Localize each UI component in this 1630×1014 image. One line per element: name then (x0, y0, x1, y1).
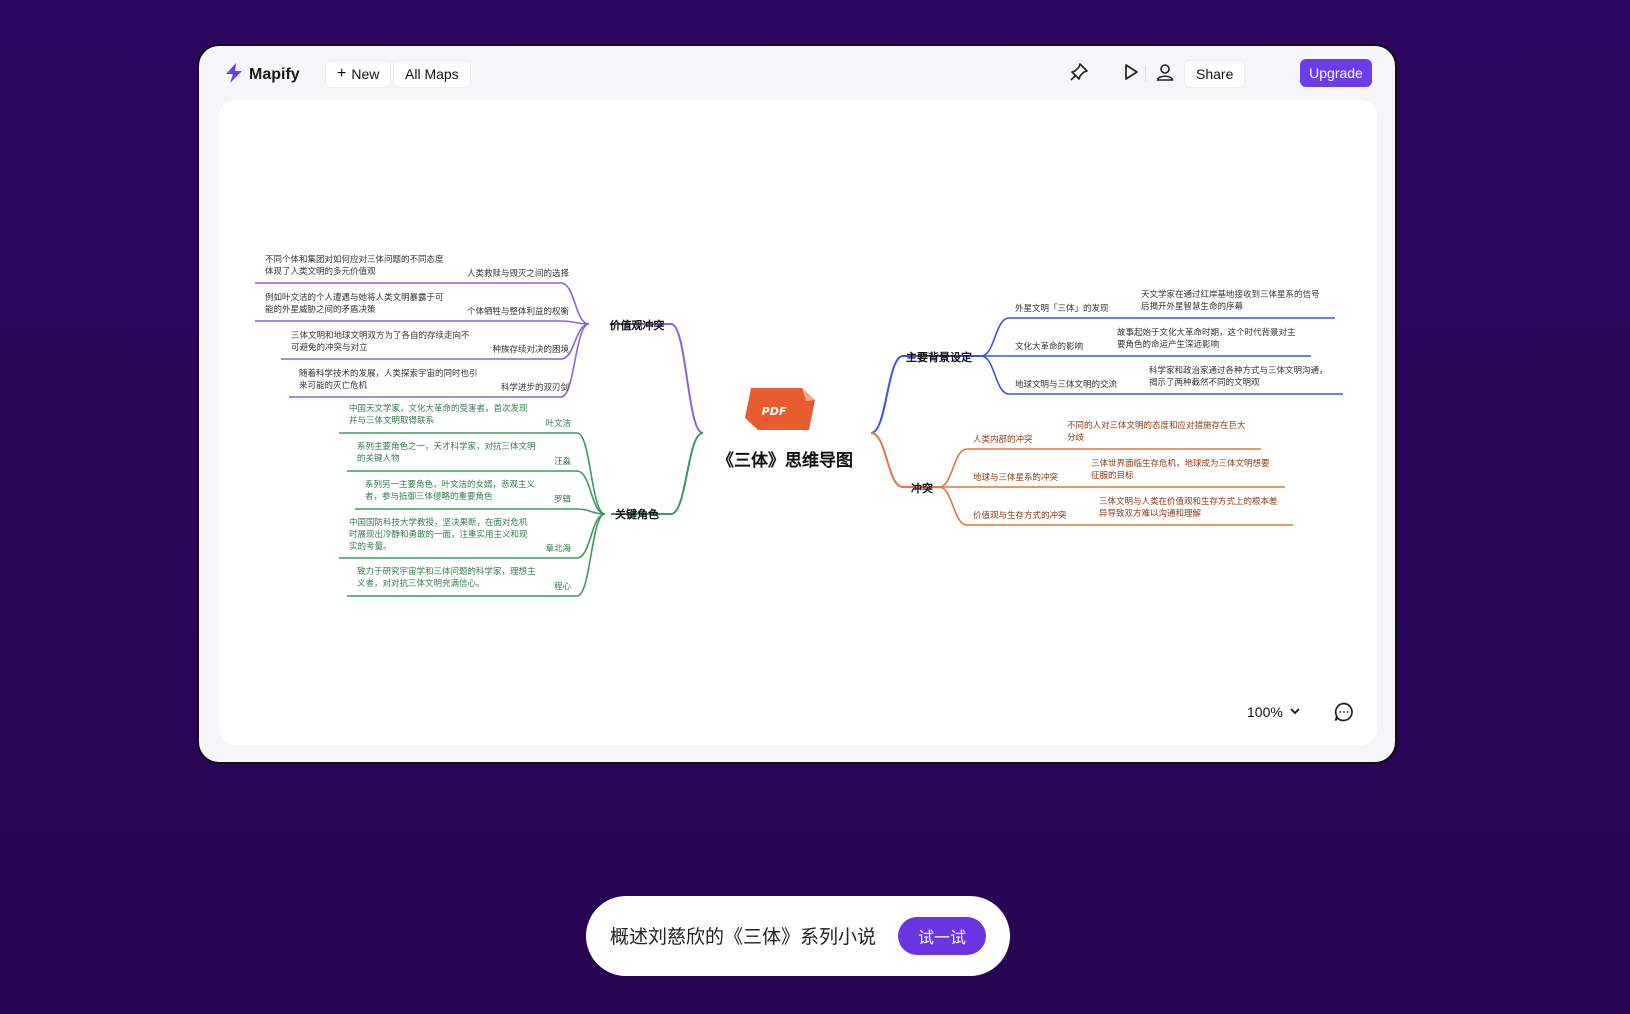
value-topic: 种族存续对决的困境 (492, 344, 569, 355)
app-window: Mapify + New All Maps Share Upgrade PDF … (197, 44, 1397, 764)
value-desc-line: 例如叶文洁的个人遭遇与她将人类文明暴露于可 (265, 292, 444, 303)
value-desc-line: 可避免的冲突与对立 (291, 342, 368, 353)
pdf-badge-label: PDF (762, 405, 787, 418)
background-desc-line: 故事起始于文化大革命时期，这个时代背景对主 (1117, 327, 1296, 338)
all-maps-button[interactable]: All Maps (393, 60, 471, 88)
character-desc-line: 义者，对对抗三体文明充满信心。 (357, 578, 485, 589)
mapify-logo[interactable]: Mapify (223, 62, 300, 88)
zoom-control[interactable]: 100% (1247, 704, 1301, 720)
branch-conflict[interactable]: 冲突 人类内部的冲突 不同的人对三体文明的态度和应对措施存在巨大 分歧 地球与三… (870, 420, 1293, 526)
background-desc-line: 天文学家在通过红岸基地接收到三体星系的信号 (1141, 289, 1320, 300)
plus-icon: + (337, 65, 347, 82)
try-it-button[interactable]: 试一试 (898, 917, 986, 955)
app-name: Mapify (249, 66, 300, 83)
chat-bubble-icon (1333, 702, 1355, 727)
background-topic: 文化大革命的影响 (1015, 341, 1083, 352)
character-desc-line: 时展现出冷静和勇敢的一面，注重实用主义和现 (349, 529, 528, 540)
conflict-topic: 地球与三体星系的冲突 (973, 472, 1059, 483)
value-topic: 科学进步的双刃剑 (501, 382, 569, 393)
character-name: 叶文洁 (545, 418, 571, 429)
present-button[interactable] (1117, 60, 1145, 88)
background-desc-line: 后揭开外星智慧生命的序幕 (1141, 301, 1244, 312)
value-topic: 人类救赎与毁灭之间的选择 (467, 268, 570, 279)
mindmap-canvas[interactable]: PDF 《三体》思维导图 价值观冲突 不同个体和集团对如何应对三体问题的不同态度… (219, 100, 1377, 745)
value-desc-line: 随着科学技术的发展，人类探索宇宙的同时也引 (299, 368, 478, 379)
background-topic: 外星文明「三体」的发现 (1015, 303, 1109, 314)
pin-icon (1069, 62, 1089, 86)
prompt-pill: 概述刘慈欣的《三体》系列小说 试一试 (586, 896, 1010, 976)
background-desc-line: 要角色的命运产生深远影响 (1117, 339, 1219, 350)
value-desc-line: 体现了人类文明的多元价值观 (265, 266, 376, 277)
chevron-down-icon (1289, 704, 1301, 720)
toolbar-divider (1145, 66, 1146, 82)
character-desc-line: 并与三体文明取得联系 (349, 415, 434, 426)
top-toolbar: Mapify + New All Maps Share Upgrade (199, 46, 1395, 102)
background-desc-line: 揭示了两种截然不同的文明观 (1149, 377, 1260, 388)
branch-background[interactable]: 主要背景设定 外星文明「三体」的发现 天文学家在通过红岸基地接收到三体星系的信号… (870, 289, 1343, 434)
share-button[interactable]: Share (1184, 60, 1246, 88)
conflict-desc-line: 三体文明与人类在价值观和生存方式上的根本差 (1099, 496, 1278, 507)
conflict-desc-line: 异导致双方难以沟通和理解 (1099, 508, 1202, 519)
character-desc-line: 者，参与抵御三体侵略的重要角色 (365, 491, 493, 502)
mindmap-title: 《三体》思维导图 (717, 450, 853, 471)
all-maps-label: All Maps (405, 66, 459, 82)
value-desc-line: 来可能的灭亡危机 (299, 380, 368, 391)
background-topic: 地球文明与三体文明的交流 (1015, 379, 1118, 390)
character-desc-line: 中国国防科技大学教授，坚决果断，在面对危机 (349, 517, 528, 528)
character-name: 汪淼 (554, 456, 572, 467)
zoom-level: 100% (1247, 704, 1283, 720)
account-button[interactable] (1151, 60, 1179, 88)
value-desc-line: 三体文明和地球文明双方为了各自的存续走向不 (291, 330, 470, 341)
branch-label-values: 价值观冲突 (610, 318, 665, 332)
upgrade-button[interactable]: Upgrade (1300, 59, 1372, 87)
character-name: 程心 (554, 582, 572, 592)
conflict-desc-line: 不同的人对三体文明的态度和应对措施存在巨大 (1067, 420, 1246, 431)
branch-label-conflict: 冲突 (911, 481, 933, 495)
conflict-desc-line: 三体世界面临生存危机，地球成为三体文明想要 (1091, 458, 1270, 469)
character-name: 章北海 (545, 543, 571, 554)
user-icon (1155, 62, 1175, 86)
value-desc-line: 不同个体和集团对如何应对三体问题的不同态度 (265, 254, 444, 265)
background-desc-line: 科学家和政治家通过各种方式与三体文明沟通， (1149, 365, 1328, 376)
chat-button[interactable] (1333, 701, 1355, 727)
character-desc-line: 的关键人物 (357, 453, 400, 464)
mindmap-diagram: PDF 《三体》思维导图 价值观冲突 不同个体和集团对如何应对三体问题的不同态度… (255, 254, 1343, 597)
character-desc-line: 系列主要角色之一，天才科学家，对抗三体文明 (357, 441, 536, 452)
branch-characters[interactable]: 关键角色 中国天文学家，文化大革命的受害者，首次发现 并与三体文明取得联系 叶文… (339, 403, 704, 597)
new-map-button[interactable]: + New (325, 60, 392, 88)
character-desc-line: 实的考量。 (349, 541, 392, 552)
character-desc-line: 致力于研究宇宙学和三体问题的科学家，理想主 (357, 566, 536, 577)
pdf-badge-icon: PDF (745, 388, 815, 430)
conflict-topic: 价值观与生存方式的冲突 (973, 510, 1067, 521)
conflict-desc-line: 分歧 (1067, 432, 1085, 443)
value-desc-line: 能的外星威胁之间的矛盾决策 (265, 304, 376, 315)
center-node[interactable]: PDF 《三体》思维导图 (717, 388, 853, 471)
conflict-desc-line: 征服的目标 (1091, 470, 1134, 481)
new-button-label: New (351, 66, 380, 82)
pin-button[interactable] (1065, 60, 1093, 88)
value-topic: 个体牺牲与整体利益的权衡 (467, 306, 570, 317)
conflict-topic: 人类内部的冲突 (973, 434, 1033, 445)
lightning-logo-icon (223, 62, 245, 88)
character-name: 罗辑 (554, 494, 572, 505)
prompt-text: 概述刘慈欣的《三体》系列小说 (610, 926, 877, 948)
character-desc-line: 系列另一主要角色，叶文洁的女婿，悲观主义 (365, 479, 536, 490)
branch-label-background: 主要背景设定 (906, 350, 972, 364)
share-button-label: Share (1196, 66, 1234, 82)
branch-label-characters: 关键角色 (615, 507, 659, 521)
character-desc-line: 中国天文学家，文化大革命的受害者，首次发现 (349, 403, 528, 414)
play-icon (1122, 63, 1140, 85)
